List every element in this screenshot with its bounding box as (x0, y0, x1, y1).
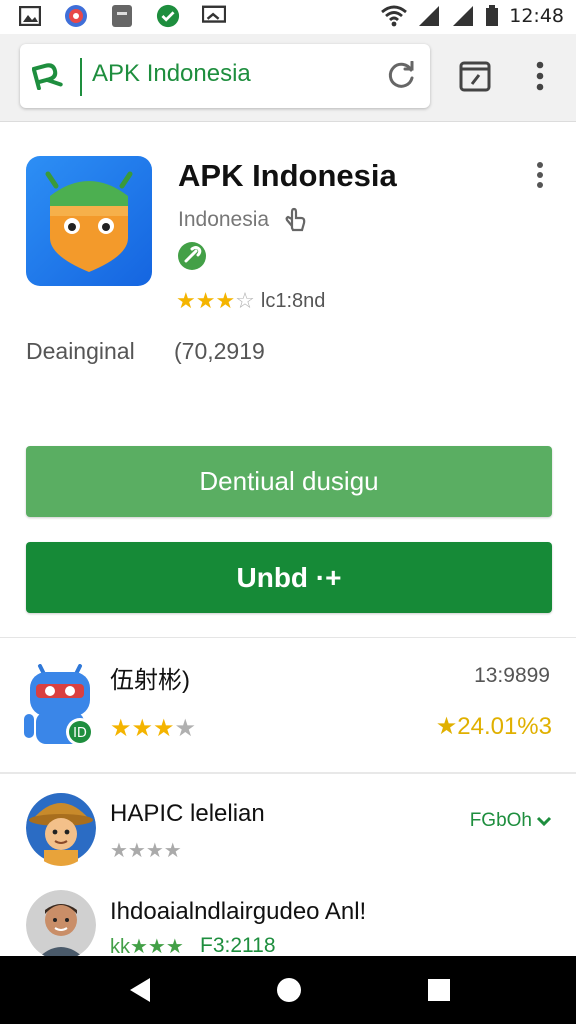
recents-icon[interactable] (424, 975, 454, 1005)
reload-icon[interactable] (386, 61, 416, 91)
list-item-stars: ★★★★ (110, 715, 197, 742)
robot-avatar: ID (22, 664, 98, 750)
install-button[interactable]: Unbd ·+ (26, 542, 552, 613)
list-item-rating: ★24.01%3 (435, 713, 552, 740)
sd-card-icon (110, 4, 134, 28)
apk-logo-icon (32, 63, 63, 90)
browser-toolbar: APK Indonesia (0, 34, 576, 122)
list-item-link[interactable]: FGbOh (470, 810, 552, 832)
user-avatar (26, 790, 96, 866)
meta-value: (70,2919 (174, 338, 265, 364)
navigation-bar (0, 956, 576, 1024)
page-content: APK Indonesia Indonesia ★★★☆ lc1:8nd Dea… (0, 122, 576, 960)
signal-icon (419, 6, 440, 26)
gallery-icon (18, 4, 42, 28)
home-icon[interactable] (274, 975, 304, 1005)
list-item-meta: F3:2118 (200, 934, 276, 957)
android-shield-icon (45, 171, 133, 272)
list-item-title[interactable]: HAPIC lelelian (110, 800, 265, 828)
address-bar[interactable]: APK Indonesia (20, 44, 430, 108)
cast-icon (202, 4, 226, 28)
svg-text:ID: ID (73, 726, 87, 741)
list-item-meta: 13:9899 (474, 664, 550, 687)
verified-badge-icon (178, 242, 206, 270)
check-icon (156, 4, 180, 28)
app-rating: ★★★☆ lc1:8nd (176, 288, 325, 314)
list-item-title[interactable]: Ihdoaialndlairgudeo Anl! (110, 898, 366, 926)
meta-label: Deainginal (26, 338, 135, 364)
app-title: APK Indonesia (178, 158, 397, 193)
app-details-card: APK Indonesia Indonesia ★★★☆ lc1:8nd Dea… (0, 122, 576, 638)
rating-text: lc1:8nd (260, 289, 326, 312)
tabs-icon[interactable] (458, 59, 492, 93)
address-divider (80, 58, 82, 96)
more-vert-icon[interactable] (528, 58, 552, 94)
notification-badge-icon (64, 4, 88, 28)
list-item-stars: ★★★★ (110, 840, 182, 862)
primary-action-button[interactable]: Dentiual dusigu (26, 446, 552, 517)
list-section: HAPIC lelelian FGbOh ★★★★ Ihdoaialndlair… (0, 774, 576, 960)
battery-icon (486, 5, 499, 26)
more-vert-icon[interactable] (530, 160, 550, 190)
chevron-down-icon (536, 816, 552, 827)
developer-name[interactable]: Indonesia (178, 208, 269, 232)
url-text[interactable]: APK Indonesia (92, 60, 251, 88)
list-item-title: 伍射彬) (110, 667, 190, 694)
list-item-link-label: FGbOh (469, 810, 532, 831)
rating-stars: ★★★☆ (176, 288, 255, 313)
hand-pointer-icon (285, 207, 306, 232)
app-icon[interactable] (26, 156, 152, 286)
status-time: 12:48 (509, 5, 564, 27)
back-icon[interactable] (126, 975, 156, 1005)
user-avatar (26, 890, 96, 960)
signal-icon (453, 6, 474, 26)
status-bar: 12:48 (0, 0, 576, 34)
list-item[interactable]: ID 伍射彬) 13:9899 ★★★★ ★24.01%3 (0, 638, 576, 774)
wifi-icon (381, 5, 408, 27)
